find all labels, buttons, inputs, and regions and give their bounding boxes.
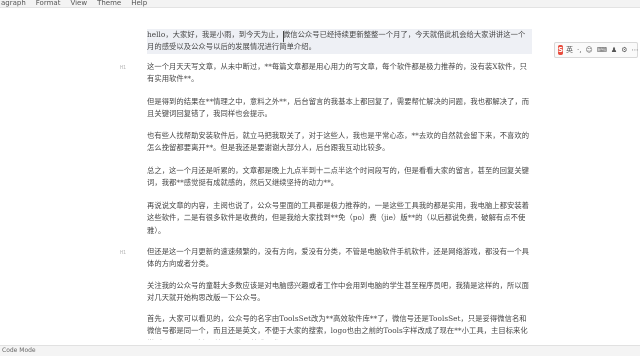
menu-item-theme[interactable]: Theme: [96, 0, 121, 7]
menu-item-paragraph[interactable]: agraph: [0, 0, 26, 7]
paragraph[interactable]: 也有些人找帮助安装软件后，就立马把我取关了，对于这些人，我也是平常心态，**去欢…: [147, 130, 532, 155]
editor-area[interactable]: hello，大家好，我是小雨，到今天为止，微信公众号已经持续更新整整一个月了，今…: [118, 14, 540, 340]
text-cursor: [283, 31, 284, 42]
paragraph[interactable]: 但还是这一个月更新的速速频繁的，没有方向，爱没有分类，不管是电脑软件手机软件，还…: [147, 246, 532, 271]
code-mode-toggle[interactable]: Code Mode: [0, 347, 36, 354]
menu-item-help[interactable]: Help: [130, 0, 147, 7]
paragraph[interactable]: 关注我的公众号的童鞋大多数应该是对电脑感兴趣或者工作中会用到电脑的学生甚至程序员…: [147, 280, 532, 305]
line-gutter: H1: [120, 250, 127, 256]
line-gutter: H1: [120, 65, 127, 71]
language-toggle[interactable]: 英: [566, 45, 573, 55]
menu-bar: agraph Format View Theme Help: [0, 0, 640, 8]
keyboard-icon[interactable]: ⌨: [597, 46, 607, 54]
paragraph[interactable]: 总之，这一个月还是听累的，文章都是晚上九点半到十二点半这个时间段写的，但是看看大…: [147, 165, 532, 190]
menu-item-view[interactable]: View: [69, 0, 87, 7]
skin-icon[interactable]: ♟: [611, 46, 617, 54]
current-paragraph[interactable]: hello，大家好，我是小雨，到今天为止，微信公众号已经持续更新整整一个月了，今…: [147, 29, 532, 54]
status-bar: Code Mode: [0, 345, 640, 356]
emoji-icon[interactable]: ☺: [586, 46, 593, 54]
punctuation-icon[interactable]: ·,: [577, 46, 581, 54]
more-icon[interactable]: ⋯: [631, 46, 638, 54]
sogou-logo-icon[interactable]: S: [558, 45, 564, 55]
ime-toolbar[interactable]: S 英 ·, ☺ ⌨ ♟ ⚙ ⋯: [554, 42, 638, 58]
settings-icon[interactable]: ⚙: [621, 46, 627, 54]
paragraph[interactable]: 再说说文章的内容，主阅也说了，公众号里面的工具都是极力推荐的，一是这些工具我的都…: [147, 200, 532, 237]
paragraph[interactable]: 首先，大家可以看见的，公众号的名字由ToolsSet改为**高效软件库**了，微…: [147, 313, 532, 340]
menu-item-format[interactable]: Format: [35, 0, 61, 7]
paragraph[interactable]: 这一个月天天写文章，从未中断过，**每篇文章都是用心用力的写文章，每个软件都是极…: [147, 61, 532, 86]
paragraph[interactable]: 但是得到的结果在**情理之中，意料之外**，后台留言的我基本上都回复了，需要帮忙…: [147, 96, 532, 121]
